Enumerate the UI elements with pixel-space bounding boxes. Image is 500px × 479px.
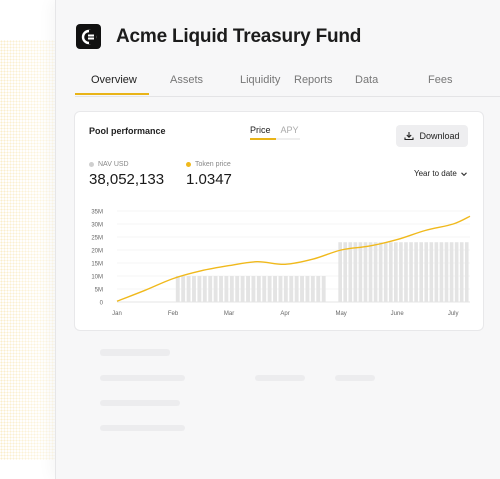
chart-bar [186,276,191,302]
tab-overview[interactable]: Overview [91,74,137,86]
tab-bar: Overview Assets Liquidity Reports Data F… [75,68,500,97]
chart-bar [388,242,393,302]
tab-data[interactable]: Data [355,74,378,86]
chart-bar [208,276,213,302]
chart-bar [353,242,358,302]
chart-bar [213,276,218,302]
chart-bar [273,276,277,302]
chart-bar [240,276,245,302]
chart-bar [414,242,418,302]
pool-performance-card: Pool performance Price APY Download NAV … [74,111,484,331]
y-tick-label: 35M [91,210,103,216]
chart-bar [419,242,424,302]
x-tick-label: Feb [168,311,179,317]
tab-fees[interactable]: Fees [428,74,452,86]
chart-bar [229,276,234,302]
y-tick-label: 30M [91,223,103,229]
placeholder-cell [335,375,375,381]
chart-bar [439,242,444,302]
y-tick-label: 15M [91,262,103,268]
tab-assets[interactable]: Assets [170,74,203,86]
chart-bar [378,242,383,302]
chart-bar [289,276,294,302]
chart-bar [383,242,388,302]
x-tick-label: Jan [112,311,122,317]
chart-bar [267,276,272,302]
chart-bar [409,242,413,302]
chart-bar [449,242,454,302]
chart-bar [246,276,250,302]
chart-bar [192,276,196,302]
chart-bar [262,276,267,302]
chart-bar [454,242,459,302]
x-tick-label: July [448,311,459,317]
placeholder-cell [100,425,185,431]
fund-title: Acme Liquid Treasury Fund [116,26,362,47]
placeholder-cell [100,400,180,406]
chart-bar [278,276,283,302]
fund-logo-glyph [81,29,96,44]
x-tick-label: Mar [224,311,234,317]
tab-liquidity[interactable]: Liquidity [240,74,280,86]
chart-bar [224,276,229,302]
chart-bar [219,276,223,302]
x-tick-label: May [335,311,346,317]
chart-bar [202,276,207,302]
chart-bar [294,276,299,302]
active-tab-indicator [75,93,149,95]
chart-bar [321,276,326,302]
y-tick-label: 5M [95,288,103,294]
chart-bar [404,242,408,302]
chart-bar [358,242,363,302]
chart-bar [373,242,378,302]
chart-bar [363,242,368,302]
chart-bar [424,242,429,302]
x-tick-label: Apr [280,311,289,317]
chart-bar [175,276,180,302]
chart-bar [256,276,261,302]
placeholder-cell [255,375,305,381]
chart-bar [368,242,373,302]
y-tick-label: 0 [100,301,104,307]
chart-bar [343,242,348,302]
chart-bar [348,242,353,302]
chart-bar [197,276,202,302]
chart-bar [399,242,403,302]
chart-bar [235,276,240,302]
chart-bar [434,242,439,302]
chart-bar [310,276,315,302]
chart-bar [464,242,469,302]
chart-bar [283,276,288,302]
chart-bar [181,276,186,302]
x-tick-label: June [391,311,405,317]
y-tick-label: 10M [91,275,103,281]
chart-bar [429,242,434,302]
chart-bar [444,242,449,302]
pool-performance-chart: 0 5M 10M 15M 20M 25M 30M 35M Jan Feb Mar Apr May June… [91,210,471,317]
chart-bar [300,276,304,302]
chart-bar [316,276,321,302]
fund-logo-icon [76,24,101,49]
tab-reports[interactable]: Reports [294,74,333,86]
placeholder-heading [100,349,170,356]
chart-bar [251,276,256,302]
chart-bar [305,276,310,302]
chart-bar [459,242,464,302]
placeholder-cell [100,375,185,381]
y-tick-label: 25M [91,236,103,242]
chart-bar [394,242,398,302]
y-tick-label: 20M [91,249,103,255]
